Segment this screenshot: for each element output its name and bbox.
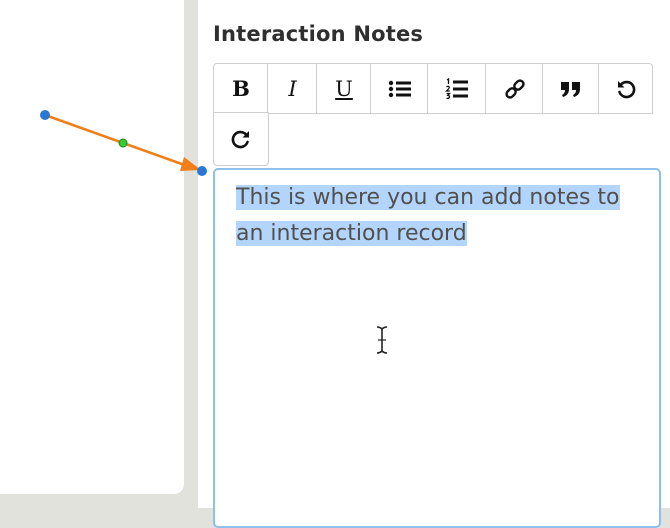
connector-start-handle[interactable] (40, 110, 50, 120)
text-cursor-icon (376, 326, 388, 354)
connector-end-handle[interactable] (197, 166, 207, 176)
connector-overlay (40, 110, 388, 354)
connector-midpoint-handle[interactable] (118, 138, 128, 148)
connector-line[interactable] (44, 113, 191, 169)
